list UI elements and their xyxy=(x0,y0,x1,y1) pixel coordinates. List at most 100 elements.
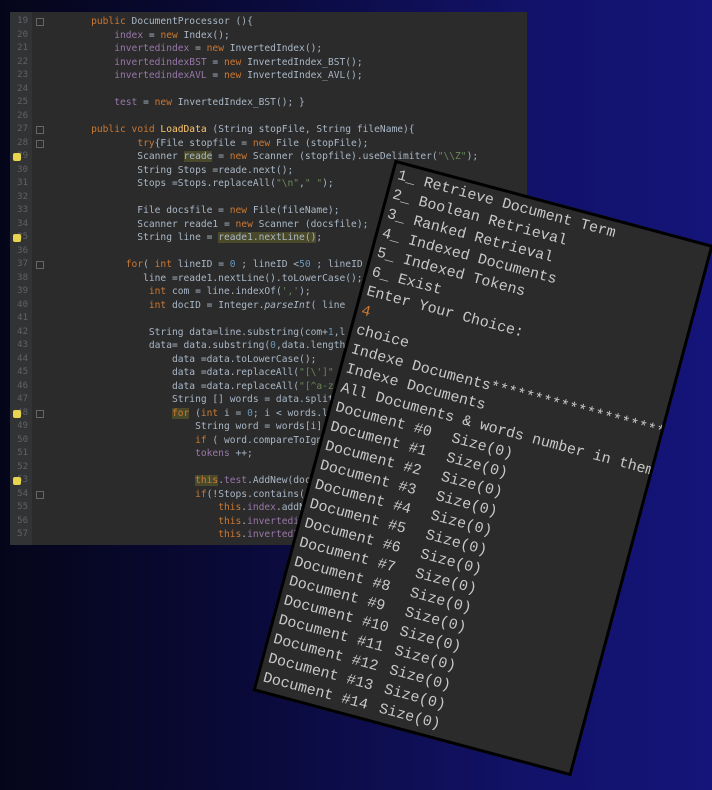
code-token: public xyxy=(91,16,132,27)
code-token: String word = words[i] xyxy=(68,421,323,432)
code-text: public void LoadData (String stopFile, S… xyxy=(68,123,415,137)
code-token: = xyxy=(137,97,155,108)
line-number: 19 xyxy=(17,16,28,26)
code-token: ( word.compareToIgn xyxy=(212,434,323,446)
line-number: 31 xyxy=(17,178,28,188)
line-number: 54 xyxy=(17,488,28,499)
code-token: 50 xyxy=(299,259,311,270)
fold-toggle-icon[interactable] xyxy=(36,261,44,269)
code-token: invertedindex xyxy=(114,43,190,54)
code-token: ,l xyxy=(333,326,346,338)
code-text: int com = line.indexOf(','); xyxy=(68,285,311,299)
code-token: test xyxy=(223,475,248,486)
code-text: if(!Stops.contains( xyxy=(68,488,305,502)
code-token: ; i < words.l xyxy=(252,407,328,419)
code-line: 19 public DocumentProcessor (){ xyxy=(10,15,527,29)
code-token: data =data.toLowerCase(); xyxy=(68,353,317,365)
code-token: = xyxy=(206,56,224,68)
code-token: (String stopFile, String fileName){ xyxy=(206,124,415,135)
code-text: Stops =Stops.replaceAll("\n"," "); xyxy=(68,177,333,191)
code-token: parseInt xyxy=(264,299,311,311)
code-token: ; lineID < xyxy=(235,259,300,270)
line-number: 36 xyxy=(17,245,28,256)
code-line: 20 index = new Index(); xyxy=(10,29,527,43)
line-number: 24 xyxy=(17,83,28,94)
line-number: 28 xyxy=(17,137,28,148)
lightbulb-hint-icon[interactable] xyxy=(13,409,21,418)
line-number: 42 xyxy=(17,326,28,337)
code-token: new xyxy=(154,97,178,108)
line-number: 26 xyxy=(17,110,28,121)
code-token: ); xyxy=(466,151,479,162)
code-text: test = new InvertedIndex_BST(); } xyxy=(68,96,305,110)
code-token: if xyxy=(195,434,213,446)
code-token: = xyxy=(189,43,207,54)
lightbulb-hint-icon[interactable] xyxy=(13,153,21,161)
code-token: Index(); xyxy=(183,29,230,41)
code-text: invertedindexBST = new InvertedIndex_BST… xyxy=(68,56,363,70)
code-text: line =reade1.nextLine().toLowerCase(); xyxy=(68,272,363,286)
code-token: new xyxy=(223,56,248,68)
code-token: ; lineID xyxy=(310,259,363,270)
code-token: invertedindexAVL xyxy=(114,70,207,81)
fold-toggle-icon[interactable] xyxy=(36,409,44,418)
line-number: 51 xyxy=(17,448,28,458)
line-number: 49 xyxy=(17,421,28,431)
fold-toggle-icon[interactable] xyxy=(36,126,44,134)
code-text: public DocumentProcessor (){ xyxy=(68,15,253,29)
code-text: try{File stopfile = new File (stopFile); xyxy=(68,137,368,151)
code-token: ( line xyxy=(310,299,346,311)
code-token: File(fileName); xyxy=(252,205,340,216)
line-number: 38 xyxy=(17,272,28,283)
code-token: File (stopFile); xyxy=(275,137,369,149)
code-token: InvertedIndex_BST(); } xyxy=(177,97,305,108)
code-token: int xyxy=(148,299,172,311)
code-text: String word = words[i] xyxy=(68,420,322,434)
code-token: reade1.nextLine() xyxy=(218,232,317,243)
line-number: 56 xyxy=(17,515,28,526)
code-token: invertedi xyxy=(247,515,300,527)
line-number: 32 xyxy=(17,191,28,202)
lightbulb-hint-icon[interactable] xyxy=(13,234,21,242)
code-line: 23 invertedindexAVL = new InvertedIndex_… xyxy=(10,69,527,83)
code-token: docID = Integer. xyxy=(171,299,265,311)
code-text: this.invertedi xyxy=(68,515,299,529)
code-token: ,data.length xyxy=(275,340,346,351)
code-token: "[^a-z xyxy=(299,380,334,392)
fold-toggle-icon[interactable] xyxy=(36,139,44,148)
lightbulb-hint-icon[interactable] xyxy=(13,477,21,485)
code-text: data= data.substring(0,data.length xyxy=(68,339,345,353)
code-token: DocumentProcessor (){ xyxy=(131,16,253,27)
line-number: 22 xyxy=(17,56,28,67)
code-token: = xyxy=(143,29,161,41)
code-token: new xyxy=(223,70,248,81)
code-token: tokens xyxy=(195,448,230,459)
code-token: Scanner (stopfile).useDelimiter( xyxy=(252,151,438,162)
code-text: data =data.toLowerCase(); xyxy=(68,353,316,367)
code-text: String line = reade1.nextLine(); xyxy=(68,231,322,245)
code-text: for( int lineID = 0 ; lineID <50 ; lineI… xyxy=(68,258,363,272)
user-input: 4 xyxy=(359,302,373,322)
code-line: 26 xyxy=(10,110,527,124)
code-token: ',' xyxy=(281,286,300,297)
fold-toggle-icon[interactable] xyxy=(36,18,44,26)
code-token: InvertedIndex(); xyxy=(229,43,323,54)
code-token: "[\']" xyxy=(299,367,334,378)
code-token: data= data.substring( xyxy=(68,340,271,351)
code-token: new xyxy=(229,151,253,162)
code-text: Scanner reade1 = new Scanner (docsfile); xyxy=(68,218,368,232)
code-token: File docsfile = xyxy=(68,205,230,216)
fold-toggle-icon[interactable] xyxy=(36,490,44,499)
code-text: data =data.replaceAll("[^a-z xyxy=(68,380,334,394)
code-token: InvertedIndex_BST(); xyxy=(247,56,363,68)
code-token: InvertedIndex_AVL(); xyxy=(247,70,363,81)
code-token: String line = xyxy=(68,232,219,243)
code-token: invertedI xyxy=(247,529,300,540)
line-number: 55 xyxy=(17,502,28,512)
code-line: 29 Scanner reade = new Scanner (stopfile… xyxy=(10,150,527,164)
